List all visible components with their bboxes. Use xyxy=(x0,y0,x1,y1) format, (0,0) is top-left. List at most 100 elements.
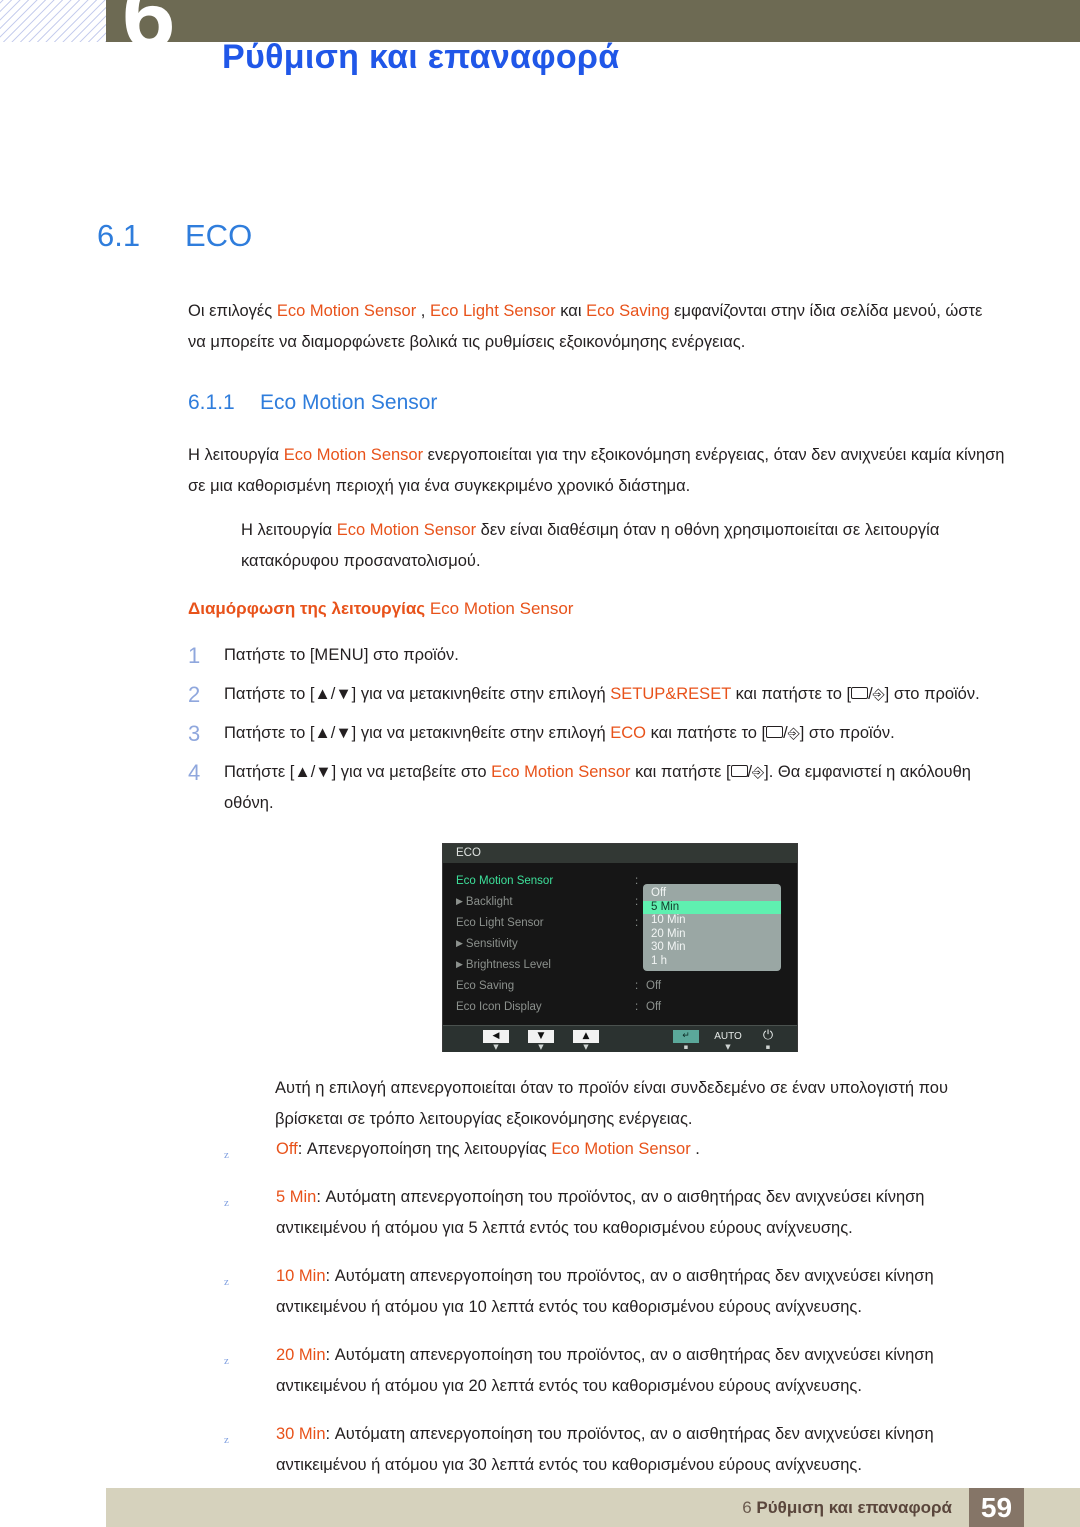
step-text-mid: και πατήστε το [ xyxy=(730,685,852,703)
chapter-number-watermark: 6 xyxy=(122,0,176,62)
bullet-text: : Απενεργοποίηση της λειτουργίας xyxy=(297,1140,552,1158)
note-text-pre: Η λειτουργία xyxy=(241,521,337,539)
up-arrow-button[interactable]: ▲ xyxy=(573,1030,599,1043)
osd-row-eco-icon-display[interactable]: Eco Icon Display xyxy=(456,1001,542,1013)
down-arrow-sublabel: ▼ xyxy=(538,1043,544,1051)
step-number: 2 xyxy=(188,682,201,707)
subsection-note-paragraph: Η λειτουργία Eco Motion Sensor δεν είναι… xyxy=(241,515,1003,577)
osd-option-10-min[interactable]: 10 Min xyxy=(643,914,781,928)
enter-button[interactable]: ↵ xyxy=(673,1030,699,1043)
osd-row-eco-motion-sensor[interactable]: Eco Motion Sensor xyxy=(456,875,553,887)
step-text-pre: Πατήστε το [▲/▼] για να μετακινηθείτε στ… xyxy=(224,724,611,742)
osd-row-eco-saving[interactable]: Eco Saving xyxy=(456,980,514,992)
osd-row-sensitivity[interactable]: ▶ Sensitivity xyxy=(456,938,518,950)
osd-colon: : xyxy=(635,917,639,929)
osd-screenshot: ECO Eco Motion Sensor : ▶ Backlight : Eco… xyxy=(442,843,798,1052)
osd-row-label: Eco Saving xyxy=(456,980,515,992)
subsection-title: Eco Motion Sensor xyxy=(260,391,438,414)
osd-row-eco-light-sensor[interactable]: Eco Light Sensor xyxy=(456,917,544,929)
procedure-heading-lead: Διαμόρφωση της λειτουργίας xyxy=(188,599,430,618)
decorative-hatch-pattern xyxy=(0,0,106,42)
osd-option-30-min[interactable]: 30 Min xyxy=(643,941,781,955)
osd-colon: : xyxy=(635,896,639,908)
osd-row-brightness-level[interactable]: ▶ Brightness Level xyxy=(456,959,551,971)
procedure-steps-list: 1 Πατήστε το [MENU] στο προϊόν. 2 Πατήστε … xyxy=(188,640,1004,827)
section-intro-paragraph: Οι επιλογές Eco Motion Sensor , Eco Ligh… xyxy=(188,296,1000,358)
osd-row-label: Backlight xyxy=(465,896,513,908)
step-term-eco-motion-sensor: Eco Motion Sensor xyxy=(491,763,631,781)
auto-button[interactable]: AUTO xyxy=(711,1030,745,1043)
osd-value-eco-saving: Off xyxy=(646,980,662,992)
enter-key-icon: ⎆ xyxy=(787,724,800,742)
step-item: 1 Πατήστε το [MENU] στο προϊόν. xyxy=(188,640,1004,671)
footer-chapter-number: 6 xyxy=(742,1498,752,1517)
bullet-term-10-min: 10 Min xyxy=(276,1267,326,1285)
section-heading: 6.1 ECO xyxy=(97,218,252,254)
triangle-right-icon: ▶ xyxy=(456,896,463,906)
step-text-post: ] στο προϊόν. xyxy=(363,646,459,664)
step-number: 4 xyxy=(188,760,201,785)
intro-sep-1: , xyxy=(416,302,430,320)
bullet-term-30-min: 30 Min xyxy=(276,1425,326,1443)
step-term-eco: ECO xyxy=(610,724,647,742)
section-title: ECO xyxy=(185,218,253,253)
bullet-term-eco-motion-sensor: Eco Motion Sensor xyxy=(551,1140,691,1158)
step-text-pre: Πατήστε το [ xyxy=(224,646,315,664)
intro-text-pre: Οι επιλογές xyxy=(188,302,277,320)
procedure-heading-tail: Eco Motion Sensor xyxy=(429,599,574,618)
osd-row-backlight[interactable]: ▶ Backlight xyxy=(456,896,513,908)
intro-term-eco-motion-sensor: Eco Motion Sensor xyxy=(276,302,417,320)
procedure-heading: Διαμόρφωση της λειτουργίας Eco Motion Se… xyxy=(188,599,573,619)
osd-row-label: Eco Icon Display xyxy=(456,1001,542,1013)
triangle-right-icon: ▶ xyxy=(456,959,463,969)
down-arrow-button[interactable]: ▼ xyxy=(528,1030,554,1043)
enter-key-icon: ⎆ xyxy=(872,685,885,703)
subsection-number: 6.1.1 xyxy=(188,391,235,414)
bullet-text-post: . xyxy=(690,1140,700,1158)
step-item: 4 Πατήστε [▲/▼] για να μεταβείτε στο Eco … xyxy=(188,757,1004,819)
key-label-menu: MENU xyxy=(314,646,364,664)
step-number: 1 xyxy=(188,643,201,668)
bullet-text: : Αυτόματη απενεργοποίηση του προϊόντος,… xyxy=(276,1346,934,1395)
step-number: 3 xyxy=(188,721,201,746)
osd-colon: : xyxy=(635,980,639,992)
list-item: z Off: Απενεργοποίηση της λειτουργίας Eco… xyxy=(224,1134,1004,1165)
osd-option-off[interactable]: Off xyxy=(643,887,781,901)
step-text-pre: Πατήστε το [▲/▼] για να μετακινηθείτε στ… xyxy=(224,685,611,703)
desc-term-eco-motion-sensor: Eco Motion Sensor xyxy=(283,446,424,464)
osd-button-toolbar: ◀ ▼ ▼ ▼ ▲ ▼ ↵ ▪ AUTO ▼ ⏻ ▪ xyxy=(443,1025,797,1052)
bullet-term-20-min: 20 Min xyxy=(276,1346,326,1364)
source-button-icon xyxy=(851,687,869,699)
subsection-description-paragraph: Η λειτουργία Eco Motion Sensor ενεργοποι… xyxy=(188,440,1006,502)
power-button[interactable]: ⏻ xyxy=(758,1029,778,1042)
osd-option-5-min[interactable]: 5 Min xyxy=(643,900,781,914)
left-arrow-button[interactable]: ◀ xyxy=(483,1030,509,1043)
osd-option-20-min[interactable]: 20 Min xyxy=(643,928,781,942)
intro-sep-2: και xyxy=(555,302,587,320)
osd-colon: : xyxy=(635,875,639,887)
step-item: 2 Πατήστε το [▲/▼] για να μετακινηθείτε σ… xyxy=(188,679,1004,710)
bullet-term-5-min: 5 Min xyxy=(276,1188,317,1206)
osd-value-eco-icon-display: Off xyxy=(646,1001,662,1013)
bullet-term-off: Off xyxy=(276,1140,298,1158)
list-item: z 20 Min: Αυτόματη απενεργοποίηση του προ… xyxy=(224,1340,1004,1402)
bullet-marker-icon: z xyxy=(224,1197,229,1209)
power-sublabel: ▪ xyxy=(765,1043,771,1051)
triangle-right-icon: ▶ xyxy=(456,938,463,948)
page-title: Ρύθμιση και επαναφορά xyxy=(222,38,620,76)
step-term-setup-reset: SETUP&RESET xyxy=(610,685,731,703)
step-text-mid: και πατήστε [ xyxy=(630,763,731,781)
osd-dropdown-list[interactable]: Off 5 Min 10 Min 20 Min 30 Min 1 h xyxy=(643,884,781,971)
list-item: z 30 Min: Αυτόματη απενεργοποίηση του προ… xyxy=(224,1419,1004,1481)
osd-colon: : xyxy=(635,1001,639,1013)
osd-note-paragraph: Αυτή η επιλογή απενεργοποιείται όταν το … xyxy=(275,1079,948,1128)
bullet-marker-icon: z xyxy=(224,1149,229,1161)
osd-row-label: Brightness Level xyxy=(465,959,551,971)
step-item: 3 Πατήστε το [▲/▼] για να μετακινηθείτε σ… xyxy=(188,718,1004,749)
source-button-icon xyxy=(766,726,784,738)
bullet-text: : Αυτόματη απενεργοποίηση του προϊόντος,… xyxy=(276,1188,925,1237)
subsection-heading: 6.1.1 Eco Motion Sensor xyxy=(188,391,437,415)
osd-option-1-h[interactable]: 1 h xyxy=(643,955,781,969)
bullet-marker-icon: z xyxy=(224,1355,229,1367)
enter-key-icon: ⎆ xyxy=(752,763,765,781)
